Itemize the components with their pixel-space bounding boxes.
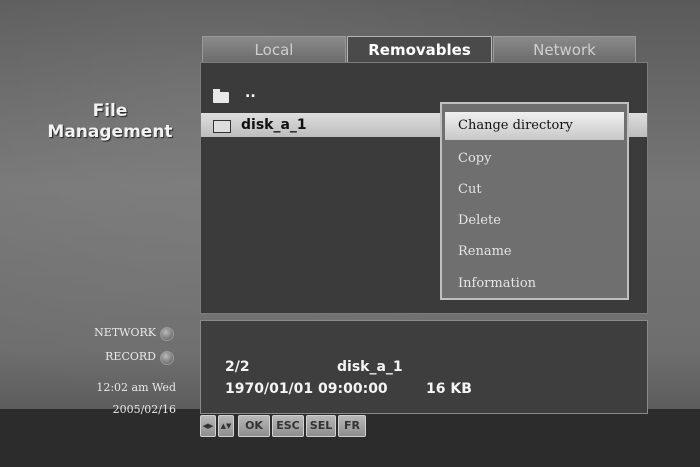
tab-local[interactable]: Local — [202, 36, 346, 62]
menu-item-rename[interactable]: Rename — [442, 238, 627, 266]
fr-key[interactable]: FR — [338, 415, 366, 437]
esc-key[interactable]: ESC — [272, 415, 304, 437]
network-indicator-icon — [160, 327, 174, 341]
menu-item-information[interactable]: Information — [442, 270, 627, 298]
menu-item-copy[interactable]: Copy — [442, 145, 627, 173]
item-name: disk_a_1 — [241, 117, 307, 133]
folder-icon — [213, 120, 231, 133]
tab-network[interactable]: Network — [493, 36, 636, 62]
sel-key[interactable]: SEL — [306, 415, 336, 437]
network-label: NETWORK — [94, 326, 156, 339]
menu-item-delete[interactable]: Delete — [442, 207, 627, 235]
tab-bar: Local Removables Network — [202, 36, 636, 62]
clock-time: 12:02 am Wed — [96, 381, 176, 394]
folder-icon — [213, 89, 229, 103]
record-label: RECORD — [105, 350, 156, 363]
info-name: disk_a_1 — [337, 359, 403, 375]
parent-directory-label: .. — [245, 85, 256, 101]
up-down-key-icon[interactable]: ▲▼ — [218, 415, 234, 437]
info-size: 16 KB — [426, 381, 472, 397]
info-panel: 2/2 disk_a_1 1970/01/01 09:00:00 16 KB — [200, 320, 648, 414]
page-title: File Management — [47, 101, 173, 142]
info-datetime: 1970/01/01 09:00:00 — [225, 381, 388, 397]
menu-item-cut[interactable]: Cut — [442, 176, 627, 204]
menu-item-change-directory[interactable]: Change directory — [445, 112, 624, 140]
context-menu: Change directory Copy Cut Delete Rename … — [440, 102, 629, 300]
clock-date: 2005/02/16 — [112, 403, 176, 416]
item-position: 2/2 — [225, 359, 250, 375]
tab-removables[interactable]: Removables — [347, 36, 492, 62]
ok-key[interactable]: OK — [238, 415, 270, 437]
left-right-key-icon[interactable]: ◀▶ — [200, 415, 216, 437]
record-indicator-icon — [160, 351, 174, 365]
